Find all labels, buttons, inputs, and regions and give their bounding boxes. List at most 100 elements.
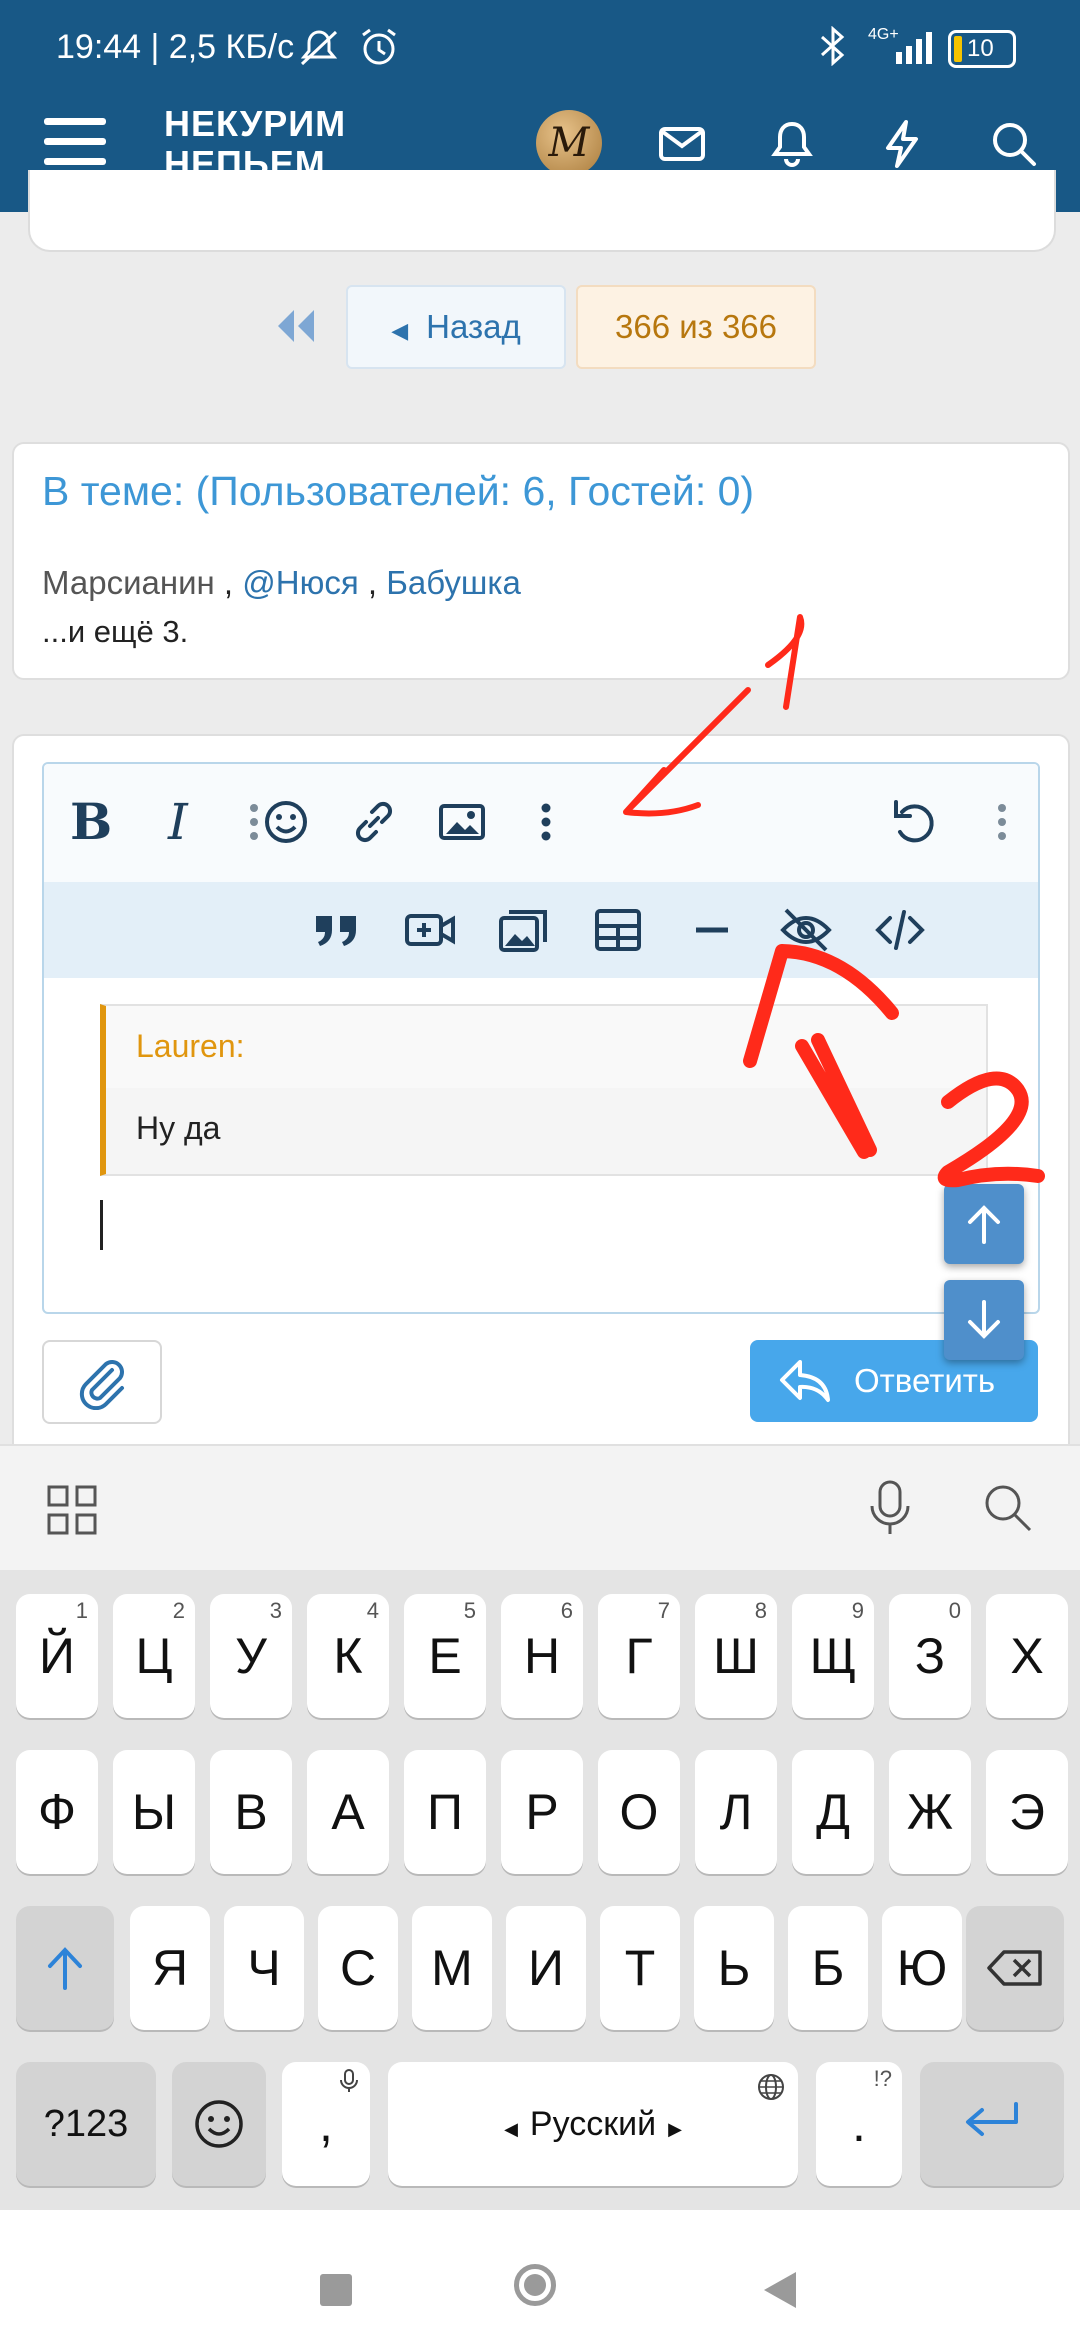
letter-key[interactable]: А	[307, 1750, 389, 1874]
bluetooth-icon	[820, 26, 845, 66]
scroll-down-button[interactable]	[944, 1280, 1024, 1360]
period-key[interactable]: . !?	[816, 2062, 902, 2186]
letter-key[interactable]: М	[412, 1906, 492, 2030]
mute-icon	[300, 30, 338, 66]
apps-grid-icon[interactable]	[46, 1484, 98, 1536]
letter-key[interactable]: Ю	[882, 1906, 962, 2030]
letter-key-label: З	[914, 1628, 946, 1684]
quote-block[interactable]: Lauren: Ну да	[100, 1004, 988, 1176]
comma-key[interactable]: ,	[282, 2062, 370, 2186]
link-icon[interactable]	[346, 794, 402, 850]
keyboard-search-icon[interactable]	[980, 1480, 1036, 1536]
period-key-hint: !?	[873, 2066, 892, 2091]
microphone-icon[interactable]	[864, 1478, 916, 1538]
keyboard-emoji-icon	[195, 2100, 243, 2148]
letter-key[interactable]: Т	[600, 1906, 680, 2030]
letter-key-hint: 0	[948, 1598, 961, 1623]
letter-key[interactable]: И	[506, 1906, 586, 2030]
symbols-key[interactable]: ?123	[16, 2062, 156, 2186]
letter-key[interactable]: Ц2	[113, 1594, 195, 1718]
letter-key[interactable]: Ы	[113, 1750, 195, 1874]
emoji-key[interactable]	[172, 2062, 266, 2186]
more-vertical-icon[interactable]	[974, 794, 1030, 850]
italic-icon[interactable]: I	[168, 794, 224, 850]
letter-key[interactable]: К4	[307, 1594, 389, 1718]
avatar[interactable]: M	[536, 110, 602, 176]
rich-text-editor[interactable]: B I Lauren: Ну да	[42, 762, 1040, 1314]
inbox-icon[interactable]	[654, 116, 710, 172]
gallery-icon[interactable]	[496, 902, 552, 958]
online-users-title[interactable]: В теме: (Пользователей: 6, Гостей: 0)	[42, 468, 754, 515]
letter-key[interactable]: Ч	[224, 1906, 304, 2030]
bold-icon[interactable]: B	[70, 794, 126, 850]
letter-key[interactable]: Б	[788, 1906, 868, 2030]
letter-key[interactable]: Р	[501, 1750, 583, 1874]
shift-key[interactable]	[16, 1906, 114, 2030]
letter-key[interactable]: П	[404, 1750, 486, 1874]
letter-key[interactable]: Е5	[404, 1594, 486, 1718]
quote-text: Ну да	[136, 1110, 221, 1146]
letter-key[interactable]: З0	[889, 1594, 971, 1718]
image-icon[interactable]	[434, 794, 490, 850]
system-nav-bar	[0, 2210, 1080, 2340]
back-button[interactable]: ◀ Назад	[346, 285, 566, 369]
on-screen-keyboard: Й1Ц2У3К4Е5Н6Г7Ш8Щ9З0Х ФЫВАПРОЛДЖЭ ЯЧСМИТ…	[0, 1570, 1080, 2210]
horizontal-line-icon[interactable]	[684, 902, 740, 958]
more-options-icon[interactable]	[518, 794, 574, 850]
letter-key[interactable]: Ш8	[695, 1594, 777, 1718]
letter-key[interactable]: Щ9	[792, 1594, 874, 1718]
online-user[interactable]: Бабушка	[386, 564, 521, 601]
recents-button[interactable]	[320, 2274, 352, 2306]
letter-key[interactable]: Ф	[16, 1750, 98, 1874]
table-icon[interactable]	[590, 902, 646, 958]
letter-key-hint: 4	[366, 1598, 379, 1623]
quote-icon[interactable]	[308, 902, 364, 958]
letter-key-label: Е	[428, 1628, 462, 1684]
undo-icon[interactable]	[886, 794, 942, 850]
letter-key-label: У	[235, 1628, 267, 1684]
letter-key[interactable]: Э	[986, 1750, 1068, 1874]
letter-key[interactable]: Ж	[889, 1750, 971, 1874]
letter-key[interactable]: Н6	[501, 1594, 583, 1718]
menu-icon[interactable]	[44, 118, 106, 166]
attach-file-button[interactable]	[42, 1340, 162, 1424]
first-page-icon[interactable]	[274, 308, 318, 344]
page-counter[interactable]: 366 из 366	[576, 285, 816, 369]
letter-key-hint: 7	[657, 1598, 670, 1623]
online-users-more[interactable]: ...и ещё 3.	[42, 614, 188, 650]
bell-icon[interactable]	[764, 116, 820, 172]
scroll-up-button[interactable]	[944, 1184, 1024, 1264]
letter-key[interactable]: Х	[986, 1594, 1068, 1718]
letter-key[interactable]: У3	[210, 1594, 292, 1718]
status-time-speed: 19:44 | 2,5 КБ/с	[56, 28, 295, 66]
letter-key[interactable]: Я	[130, 1906, 210, 2030]
hide-content-icon[interactable]	[778, 902, 834, 958]
signal-icon	[896, 32, 932, 64]
letter-key[interactable]: С	[318, 1906, 398, 2030]
enter-key[interactable]	[920, 2062, 1064, 2186]
letter-key[interactable]: О	[598, 1750, 680, 1874]
emoji-icon[interactable]	[258, 794, 314, 850]
letter-key[interactable]: Ь	[694, 1906, 774, 2030]
insert-video-icon[interactable]	[402, 902, 458, 958]
back-nav-button[interactable]	[762, 2270, 798, 2310]
letter-key[interactable]: Д	[792, 1750, 874, 1874]
quote-author[interactable]: Lauren:	[136, 1028, 245, 1065]
backspace-key[interactable]	[966, 1906, 1064, 2030]
online-user[interactable]: Марсианин	[42, 564, 215, 601]
letter-key[interactable]: Л	[695, 1750, 777, 1874]
period-key-label: .	[852, 2096, 866, 2152]
search-icon[interactable]	[986, 116, 1042, 172]
letter-key[interactable]: В	[210, 1750, 292, 1874]
comma-key-label: ,	[319, 2096, 333, 2152]
arrow-up-icon	[968, 1205, 1000, 1244]
mic-hint-icon	[340, 2069, 358, 2092]
code-icon[interactable]	[872, 902, 928, 958]
lightning-icon[interactable]	[874, 116, 930, 172]
letter-key[interactable]: Г7	[598, 1594, 680, 1718]
reply-button-label: Ответить	[854, 1362, 996, 1399]
home-button[interactable]	[514, 2264, 556, 2306]
online-user[interactable]: @Нюся	[242, 564, 358, 601]
letter-key[interactable]: Й1	[16, 1594, 98, 1718]
space-key[interactable]: ◀ Русский ▶	[388, 2062, 798, 2186]
